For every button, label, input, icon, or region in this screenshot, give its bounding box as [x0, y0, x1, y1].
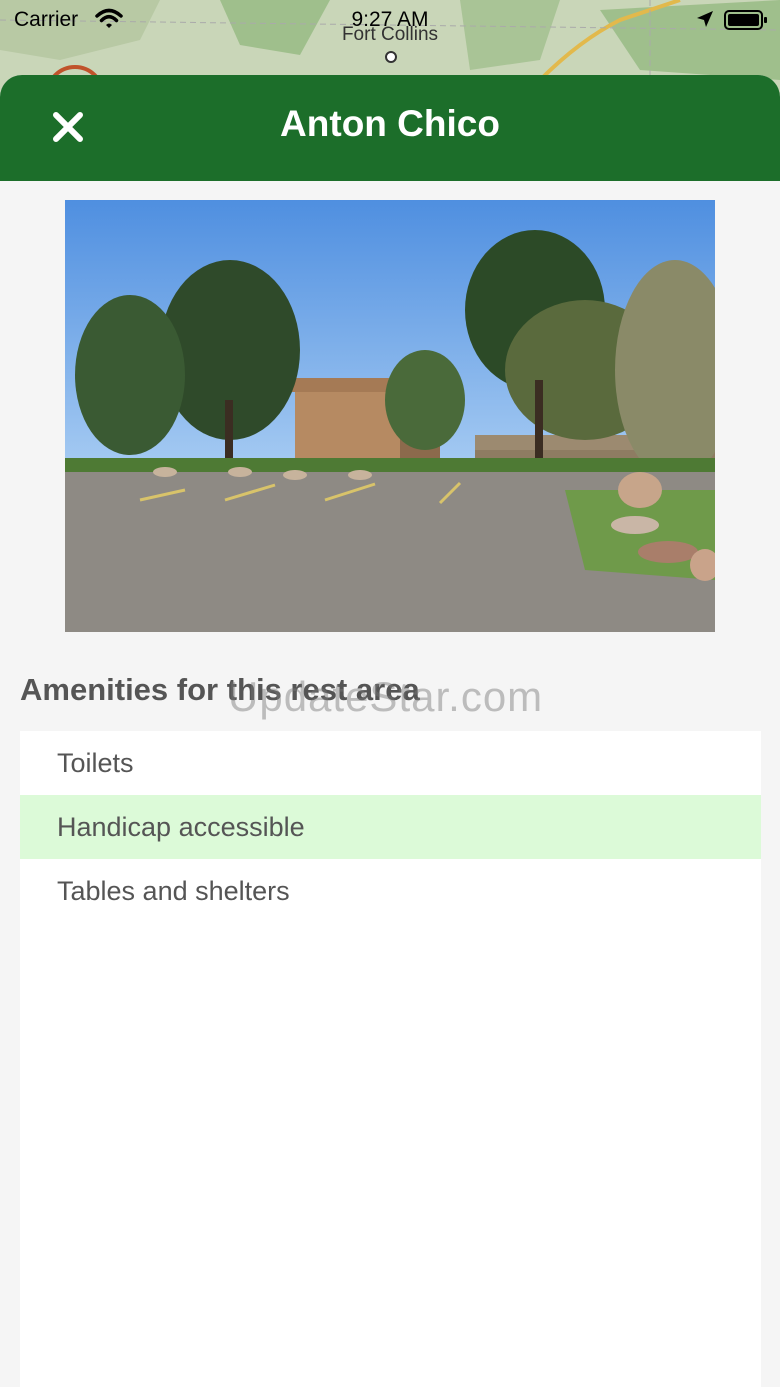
amenity-item-handicap-accessible[interactable]: Handicap accessible [20, 795, 761, 859]
status-bar: Carrier 9:27 AM [0, 0, 780, 40]
location-arrow-icon [696, 10, 714, 34]
amenity-item-toilets[interactable]: Toilets [20, 731, 761, 795]
map-location-dot [385, 51, 397, 63]
sheet-header: Anton Chico [0, 75, 780, 181]
page-title: Anton Chico [280, 103, 500, 144]
amenity-item-tables-and-shelters[interactable]: Tables and shelters [20, 859, 761, 923]
rest-area-detail-sheet: Anton Chico Amenities for this rest area… [0, 75, 780, 1387]
amenities-list: Toilets Handicap accessible Tables and s… [20, 731, 761, 1387]
watermark: UpdateStar.com [228, 673, 544, 720]
rest-area-photo [65, 200, 715, 632]
status-time: 9:27 AM [351, 8, 429, 31]
battery-icon [724, 10, 768, 36]
